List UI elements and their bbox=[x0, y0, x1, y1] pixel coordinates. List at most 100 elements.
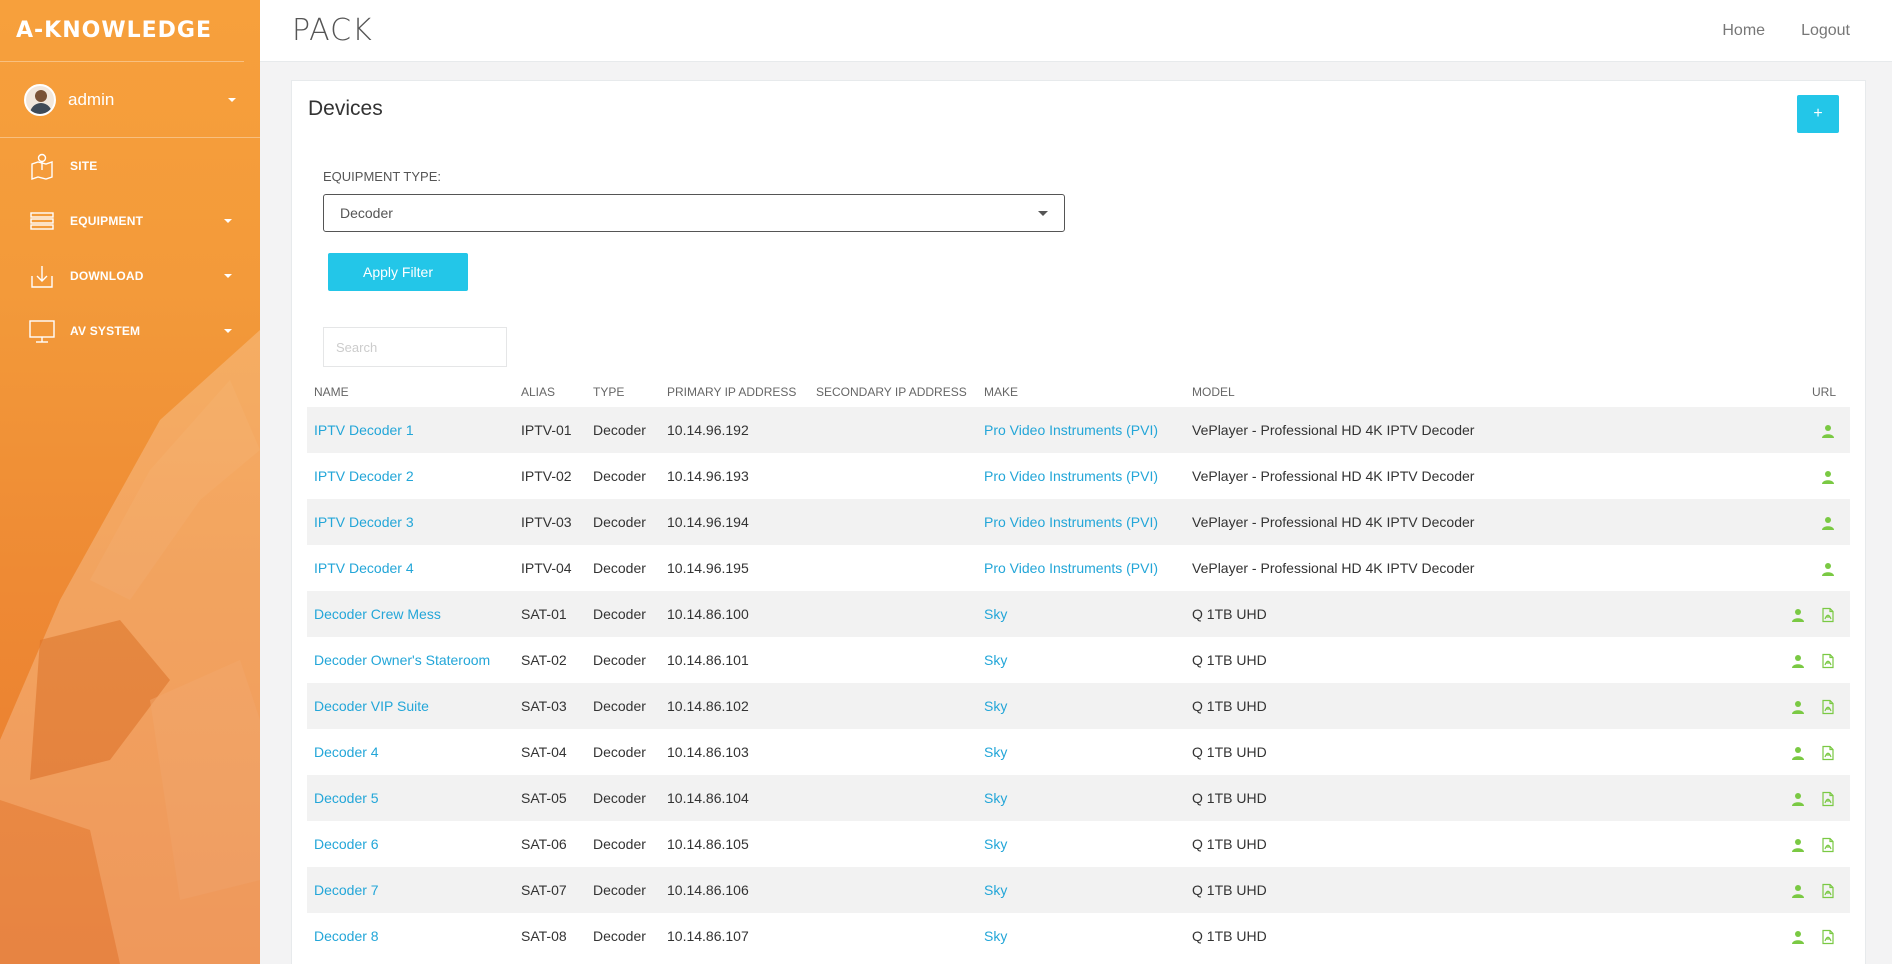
device-name-link[interactable]: IPTV Decoder 2 bbox=[314, 468, 414, 484]
brand-logo[interactable]: A-KNOWLEDGE bbox=[0, 0, 244, 62]
device-name-link[interactable]: Decoder 8 bbox=[314, 928, 379, 944]
column-header-model[interactable]: MODEL bbox=[1185, 377, 1730, 407]
pdf-file-icon[interactable] bbox=[1820, 929, 1836, 945]
column-header-secondary-ip[interactable]: SECONDARY IP ADDRESS bbox=[809, 377, 977, 407]
device-type: Decoder bbox=[593, 652, 646, 668]
device-name-link[interactable]: IPTV Decoder 1 bbox=[314, 422, 414, 438]
sidebar: A-KNOWLEDGE admin SITE EQUIPMENT DOWNLOA… bbox=[0, 0, 260, 964]
device-make-link[interactable]: Sky bbox=[984, 882, 1007, 898]
devices-table: NAME ALIAS TYPE PRIMARY IP ADDRESS SECON… bbox=[307, 377, 1850, 959]
device-make-link[interactable]: Pro Video Instruments (PVI) bbox=[984, 468, 1158, 484]
user-icon[interactable] bbox=[1790, 745, 1806, 761]
user-icon[interactable] bbox=[1790, 653, 1806, 669]
device-secondary-ip bbox=[809, 683, 977, 729]
device-type: Decoder bbox=[593, 928, 646, 944]
device-url-actions bbox=[1730, 867, 1850, 913]
device-url-actions bbox=[1730, 775, 1850, 821]
sidebar-item-site[interactable]: SITE bbox=[0, 138, 260, 193]
sidebar-nav: SITE EQUIPMENT DOWNLOAD AV SYSTEM bbox=[0, 138, 260, 358]
user-icon[interactable] bbox=[1790, 929, 1806, 945]
device-make-link[interactable]: Sky bbox=[984, 606, 1007, 622]
device-alias: SAT-02 bbox=[521, 652, 567, 668]
map-pin-icon bbox=[31, 153, 53, 180]
device-name-link[interactable]: Decoder 6 bbox=[314, 836, 379, 852]
device-model: Q 1TB UHD bbox=[1185, 591, 1730, 637]
user-icon[interactable] bbox=[1790, 607, 1806, 623]
device-primary-ip: 10.14.86.103 bbox=[667, 744, 749, 760]
device-make-link[interactable]: Sky bbox=[984, 790, 1007, 806]
user-icon[interactable] bbox=[1820, 515, 1836, 531]
pdf-file-icon[interactable] bbox=[1820, 607, 1836, 623]
column-header-type[interactable]: TYPE bbox=[586, 377, 660, 407]
sidebar-item-download[interactable]: DOWNLOAD bbox=[0, 248, 260, 303]
device-alias: IPTV-04 bbox=[521, 560, 572, 576]
device-make-link[interactable]: Sky bbox=[984, 928, 1007, 944]
device-secondary-ip bbox=[809, 637, 977, 683]
user-icon[interactable] bbox=[1790, 791, 1806, 807]
equipment-type-value: Decoder bbox=[340, 205, 393, 221]
device-secondary-ip bbox=[809, 821, 977, 867]
device-url-actions bbox=[1730, 913, 1850, 959]
sidebar-item-equipment[interactable]: EQUIPMENT bbox=[0, 193, 260, 248]
home-link[interactable]: Home bbox=[1722, 22, 1765, 40]
sidebar-item-av-system[interactable]: AV SYSTEM bbox=[0, 303, 260, 358]
pdf-file-icon[interactable] bbox=[1820, 791, 1836, 807]
pdf-file-icon[interactable] bbox=[1820, 883, 1836, 899]
sidebar-item-label: SITE bbox=[70, 158, 98, 173]
device-make-link[interactable]: Sky bbox=[984, 836, 1007, 852]
device-model: Q 1TB UHD bbox=[1192, 928, 1267, 944]
device-make-link[interactable]: Pro Video Instruments (PVI) bbox=[984, 422, 1158, 438]
chevron-down-icon bbox=[224, 328, 232, 333]
pdf-file-icon[interactable] bbox=[1820, 745, 1836, 761]
device-make-link[interactable]: Sky bbox=[984, 744, 1007, 760]
device-name-link[interactable]: Decoder VIP Suite bbox=[314, 698, 429, 714]
device-secondary-ip bbox=[809, 775, 977, 821]
device-name-link[interactable]: Decoder 4 bbox=[314, 744, 379, 760]
device-model: VePlayer - Professional HD 4K IPTV Decod… bbox=[1185, 407, 1730, 453]
column-header-name[interactable]: NAME bbox=[307, 377, 514, 407]
device-alias: IPTV-02 bbox=[521, 468, 572, 484]
apply-filter-button[interactable]: Apply Filter bbox=[328, 253, 468, 291]
logout-link[interactable]: Logout bbox=[1801, 22, 1850, 40]
sidebar-item-label: EQUIPMENT bbox=[70, 213, 144, 228]
add-device-button[interactable]: + bbox=[1797, 95, 1839, 133]
user-icon[interactable] bbox=[1790, 883, 1806, 899]
user-icon[interactable] bbox=[1820, 423, 1836, 439]
device-primary-ip: 10.14.96.193 bbox=[667, 468, 749, 484]
device-name-link[interactable]: IPTV Decoder 4 bbox=[314, 560, 414, 576]
user-icon[interactable] bbox=[1790, 837, 1806, 853]
device-type: Decoder bbox=[586, 867, 660, 913]
device-name-link[interactable]: IPTV Decoder 3 bbox=[314, 514, 414, 530]
column-header-alias[interactable]: ALIAS bbox=[514, 377, 586, 407]
device-alias: SAT-04 bbox=[521, 744, 567, 760]
user-icon[interactable] bbox=[1790, 699, 1806, 715]
user-icon[interactable] bbox=[1820, 469, 1836, 485]
chevron-down-icon bbox=[224, 273, 232, 278]
device-primary-ip: 10.14.86.100 bbox=[660, 591, 809, 637]
column-header-url[interactable]: URL bbox=[1730, 377, 1850, 407]
device-make-link[interactable]: Pro Video Instruments (PVI) bbox=[984, 560, 1158, 576]
equipment-type-label: EQUIPMENT TYPE: bbox=[323, 169, 441, 184]
device-make-link[interactable]: Sky bbox=[984, 652, 1007, 668]
column-header-primary-ip[interactable]: PRIMARY IP ADDRESS bbox=[660, 377, 809, 407]
user-menu[interactable]: admin bbox=[0, 62, 260, 138]
user-name: admin bbox=[68, 89, 115, 109]
pdf-file-icon[interactable] bbox=[1820, 837, 1836, 853]
device-name-link[interactable]: Decoder Owner's Stateroom bbox=[314, 652, 490, 668]
device-make-link[interactable]: Sky bbox=[984, 698, 1007, 714]
device-make-link[interactable]: Pro Video Instruments (PVI) bbox=[984, 514, 1158, 530]
pdf-file-icon[interactable] bbox=[1820, 699, 1836, 715]
pdf-file-icon[interactable] bbox=[1820, 653, 1836, 669]
search-input[interactable] bbox=[323, 327, 507, 367]
device-alias: SAT-01 bbox=[514, 591, 586, 637]
device-name-link[interactable]: Decoder Crew Mess bbox=[314, 606, 441, 622]
table-row: Decoder 4 SAT-04 Decoder 10.14.86.103 Sky Q 1… bbox=[307, 729, 1850, 775]
device-url-actions bbox=[1730, 545, 1850, 591]
device-name-link[interactable]: Decoder 5 bbox=[314, 790, 379, 806]
table-row: Decoder 6 SAT-06 Decoder 10.14.86.105 Sky Q 1… bbox=[307, 821, 1850, 867]
device-alias: SAT-05 bbox=[514, 775, 586, 821]
user-icon[interactable] bbox=[1820, 561, 1836, 577]
column-header-make[interactable]: MAKE bbox=[977, 377, 1185, 407]
equipment-type-select[interactable]: Decoder bbox=[323, 194, 1065, 232]
device-name-link[interactable]: Decoder 7 bbox=[314, 882, 379, 898]
